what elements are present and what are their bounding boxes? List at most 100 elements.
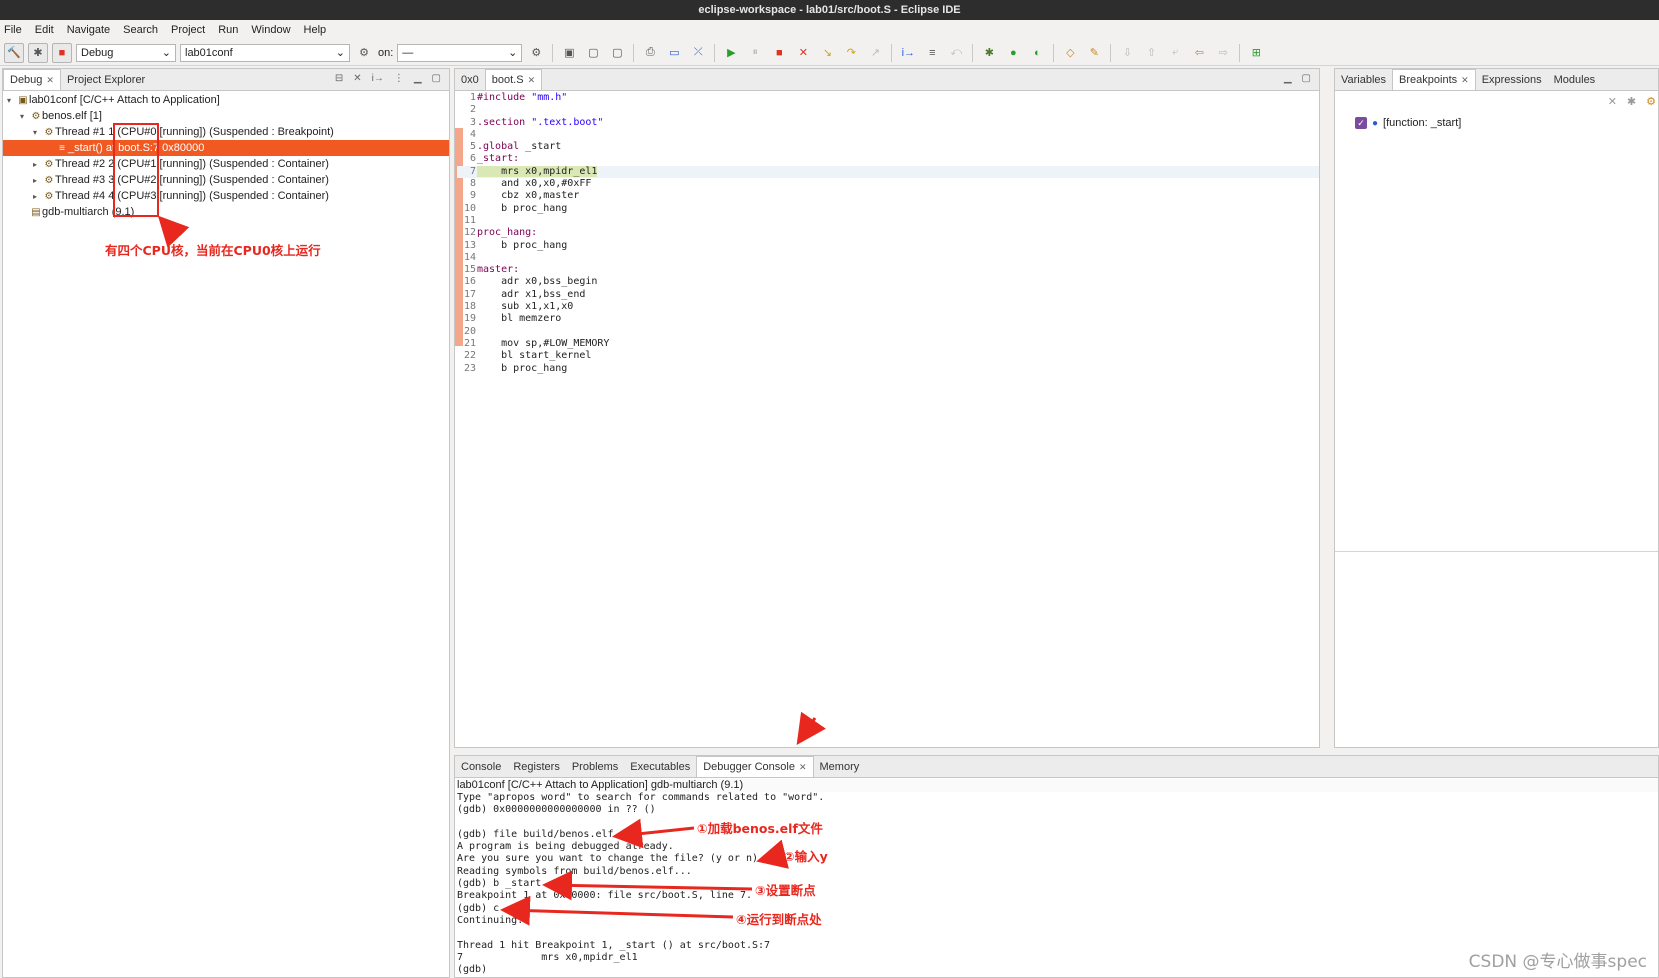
use-step-filters-icon[interactable]: ≡ [922, 43, 942, 63]
launch-mode-select[interactable]: Debug ⌄ [76, 43, 176, 62]
tree-row[interactable]: ▤gdb-multiarch (9.1) [3, 204, 449, 220]
menu-run[interactable]: Run [218, 24, 238, 36]
tree-row[interactable]: ▸ ⚙ Thread #4 4 (CPU#3 [running]) (Suspend… [3, 188, 449, 204]
tab-executables[interactable]: Executables [624, 756, 696, 777]
search-icon[interactable]: ✎ [1084, 43, 1104, 63]
chevron-right-icon[interactable]: ▸ [33, 157, 43, 173]
remove-icon[interactable]: ✕ [1608, 95, 1617, 108]
remove-all-icon[interactable]: ✱ [1627, 95, 1636, 108]
tab-variables[interactable]: Variables [1335, 69, 1392, 90]
save-icon[interactable]: ▢ [583, 43, 603, 63]
tab-0x0[interactable]: 0x0 [455, 69, 485, 90]
tab-modules[interactable]: Modules [1548, 69, 1602, 90]
tab-problems[interactable]: Problems [566, 756, 624, 777]
tab-console[interactable]: Console [455, 756, 507, 777]
disconnect-icon[interactable]: ✕ [793, 43, 813, 63]
terminal-icon[interactable]: ▭ [664, 43, 684, 63]
chevron-right-icon[interactable]: ▸ [33, 173, 43, 189]
tab-breakpoints[interactable]: Breakpoints ✕ [1392, 69, 1476, 90]
tab-boot-s[interactable]: boot.S ✕ [484, 69, 543, 90]
minimize-icon[interactable]: ▁ [1284, 73, 1292, 84]
chevron-down-icon[interactable]: ▾ [7, 93, 17, 109]
collapse-all-icon[interactable]: ⊟ [335, 73, 343, 84]
tab-debugger-console[interactable]: Debugger Console ✕ [696, 756, 814, 777]
close-icon[interactable]: ✕ [1461, 75, 1469, 86]
menu-window[interactable]: Window [251, 24, 290, 36]
code-line: 10 b proc_hang [457, 203, 1319, 215]
code-line: 4 [457, 129, 1319, 141]
menu-search[interactable]: Search [123, 24, 158, 36]
console-line: Reading symbols from build/benos.elf... [457, 865, 692, 877]
maximize-icon[interactable]: ▢ [1302, 73, 1311, 84]
console-line: (gdb) 0x0000000000000000 in ?? () [457, 804, 656, 816]
tab-project-explorer[interactable]: Project Explorer [61, 69, 151, 90]
tab-label: Expressions [1481, 73, 1542, 86]
back-icon[interactable]: ⇦ [1189, 43, 1209, 63]
tab-registers[interactable]: Registers [507, 756, 565, 777]
console-line: (gdb) b _start [457, 878, 542, 890]
tab-expressions[interactable]: Expressions [1476, 69, 1548, 90]
debug-icon[interactable]: ✱ [28, 42, 48, 63]
step-return-icon[interactable]: ↗ [865, 43, 885, 63]
step-over-icon[interactable]: ↷ [841, 43, 861, 63]
instruction-stepping-icon[interactable]: i→ [898, 43, 918, 63]
build-icon[interactable]: 🔨 [4, 42, 24, 63]
close-icon[interactable]: ✕ [799, 762, 807, 773]
tree-row[interactable]: ▾ ⚙ benos.elf [1] [3, 108, 449, 124]
tab-label: Registers [513, 760, 560, 773]
skip-breakpoints-icon[interactable]: ⤫ [688, 43, 708, 63]
close-icon[interactable]: ✕ [528, 75, 536, 86]
code-line: 12proc_hang: [457, 227, 1319, 239]
code-editor[interactable]: 1#include "mm.h" 2 3.section ".text.boot" 4… [457, 92, 1319, 747]
debug-launch-icon[interactable]: ✱ [979, 43, 999, 63]
open-type-icon[interactable]: ◇ [1060, 43, 1080, 63]
drop-frame-icon[interactable]: ⤺ [946, 43, 966, 63]
checkbox-checked-icon[interactable]: ✓ [1355, 117, 1367, 129]
tab-memory[interactable]: Memory [814, 756, 866, 777]
menu-navigate[interactable]: Navigate [67, 24, 110, 36]
remove-terminated-icon[interactable]: ✕ [353, 73, 361, 84]
terminate-icon[interactable]: ■ [769, 43, 789, 63]
gear-icon[interactable]: ⚙ [354, 43, 374, 63]
run-launch-icon[interactable]: ● [1003, 43, 1023, 63]
tree-row[interactable]: ▾ ▣lab01conf [C/C++ Attach to Application… [3, 92, 449, 108]
next-annotation-icon[interactable]: ⇩ [1117, 43, 1137, 63]
tab-debug[interactable]: Debug ✕ [3, 69, 61, 90]
code-text: _start: [477, 153, 520, 165]
chevron-down-icon[interactable]: ▾ [20, 109, 30, 125]
launch-target-select[interactable]: — ⌄ [397, 43, 523, 62]
launch-config-select[interactable]: lab01conf ⌄ [180, 43, 350, 62]
minimize-icon[interactable]: ▁ [414, 73, 422, 84]
suspend-icon[interactable]: ⏸ [745, 43, 765, 63]
tree-row[interactable]: ≡ _start() at boot.S:7 0x80000 [3, 140, 449, 156]
menu-help[interactable]: Help [304, 24, 327, 36]
chevron-right-icon[interactable]: ▸ [33, 189, 43, 205]
tree-row[interactable]: ▸ ⚙ Thread #2 2 (CPU#1 [running]) (Suspend… [3, 156, 449, 172]
menu-file[interactable]: File [4, 24, 22, 36]
console-line: Are you sure you want to change the file… [457, 853, 771, 865]
menu-project[interactable]: Project [171, 24, 205, 36]
close-icon[interactable]: ✕ [46, 75, 54, 86]
step-mode-icon[interactable]: i→ [372, 73, 384, 84]
save-all-icon[interactable]: ▢ [607, 43, 627, 63]
menu-edit[interactable]: Edit [35, 24, 54, 36]
new-icon[interactable]: ▣ [559, 43, 579, 63]
external-tools-icon[interactable]: ◐ [1027, 43, 1047, 63]
forward-icon[interactable]: ⇨ [1213, 43, 1233, 63]
last-edit-icon[interactable]: ⤶ [1165, 43, 1185, 63]
tree-row[interactable]: ▸ ⚙ Thread #3 3 (CPU#2 [running]) (Suspend… [3, 172, 449, 188]
resume-icon[interactable]: ▶ [721, 43, 741, 63]
open-perspective-icon[interactable]: ⊞ [1246, 43, 1266, 63]
gear-icon[interactable]: ⚙ [526, 43, 546, 63]
step-into-icon[interactable]: ↘ [817, 43, 837, 63]
previous-annotation-icon[interactable]: ⇧ [1141, 43, 1161, 63]
print-icon[interactable]: ⎙ [640, 43, 660, 63]
tree-row[interactable]: ▾ ⚙ Thread #1 1 (CPU#0 [running]) (Suspend… [3, 124, 449, 140]
view-menu-icon[interactable]: ⋮ [394, 73, 404, 84]
terminate-icon[interactable]: ■ [52, 42, 72, 63]
maximize-icon[interactable]: ▢ [432, 73, 441, 84]
chevron-down-icon[interactable]: ▾ [33, 125, 43, 141]
breakpoint-item[interactable]: ✓ ● [function: _start] [1355, 117, 1461, 129]
show-supported-icon[interactable]: ⚙ [1646, 95, 1656, 108]
